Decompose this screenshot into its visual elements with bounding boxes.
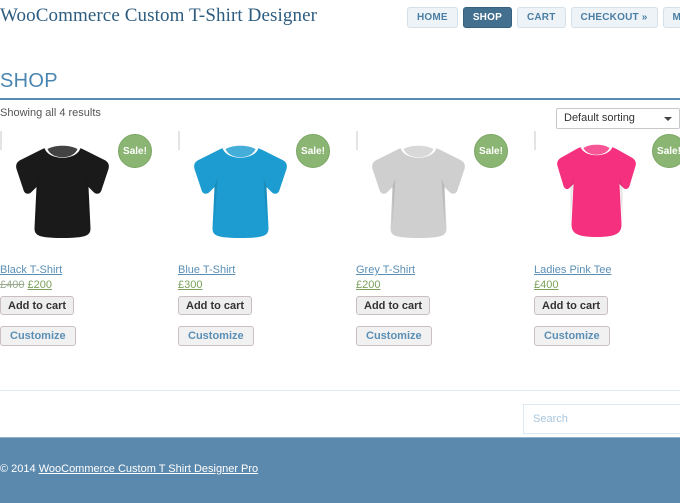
product-image-link[interactable] (0, 131, 109, 238)
product-price-current: £300 (178, 279, 203, 291)
nav-item-home[interactable]: HOME (407, 7, 458, 28)
nav-item-checkout[interactable]: CHECKOUT » (570, 7, 658, 28)
main-content: SHOP Showing all 4 results Default sorti… (0, 44, 680, 437)
sale-badge: Sale! (296, 134, 330, 168)
add-to-cart-button[interactable]: Add to cart (178, 296, 253, 315)
customize-button[interactable]: Customize (0, 326, 76, 346)
product-image-link[interactable] (178, 131, 287, 238)
product-price: £200 (356, 279, 380, 291)
customize-button[interactable]: Customize (534, 326, 610, 346)
product-grid: Sale! Black T-Shirt £400 £200 Add to cart Cus… (0, 131, 680, 346)
customize-button[interactable]: Customize (356, 326, 432, 346)
site-footer: © 2014 WooCommerce Custom T Shirt Design… (0, 437, 680, 503)
product-price: £400 (534, 279, 558, 291)
shop-page: WooCommerce Custom T-Shirt Designer HOME… (0, 0, 680, 503)
sale-badge: Sale! (474, 134, 508, 168)
sorting-selected-label: Default sorting (564, 112, 635, 124)
add-to-cart-button[interactable]: Add to cart (356, 296, 431, 315)
result-count: Showing all 4 results (0, 107, 101, 119)
product-card: Sale! Ladies Pink Tee £400 Add to cart Custo… (534, 131, 680, 346)
sale-badge: Sale! (118, 134, 152, 168)
add-to-cart-button[interactable]: Add to cart (0, 296, 75, 315)
content-divider (0, 390, 680, 391)
product-title[interactable]: Black T-Shirt (0, 264, 62, 276)
product-image-link[interactable] (356, 131, 465, 238)
product-card: Sale! Black T-Shirt £400 £200 Add to cart Cus… (0, 131, 178, 346)
footer-copyright-year: © 2014 (0, 463, 39, 475)
search-widget[interactable] (523, 404, 680, 434)
product-title[interactable]: Ladies Pink Tee (534, 264, 611, 276)
customize-button[interactable]: Customize (178, 326, 254, 346)
product-price-original: £400 (0, 279, 25, 291)
site-header: WooCommerce Custom T-Shirt Designer HOME… (0, 0, 680, 44)
product-price: £400 £200 (0, 279, 52, 291)
product-title[interactable]: Blue T-Shirt (178, 264, 235, 276)
nav-item-shop[interactable]: SHOP (462, 7, 512, 28)
add-to-cart-button[interactable]: Add to cart (534, 296, 609, 315)
chevron-down-icon (664, 117, 672, 121)
product-price: £300 (178, 279, 202, 291)
sale-badge: Sale! (652, 134, 680, 168)
product-image-link[interactable] (534, 131, 636, 237)
sorting-select[interactable]: Default sorting (556, 108, 680, 129)
main-navigation: HOMESHOPCARTCHECKOUT »MY ACCOUNT (407, 7, 680, 28)
product-card: Sale! Grey T-Shirt £200 Add to cart Customiz… (356, 131, 534, 346)
title-divider (0, 98, 680, 100)
footer-link[interactable]: WooCommerce Custom T Shirt Designer Pro (39, 463, 258, 475)
product-price-current: £200 (356, 279, 381, 291)
search-input[interactable] (533, 405, 680, 433)
page-title: SHOP (0, 70, 58, 92)
product-price-current: £200 (27, 279, 52, 291)
product-title[interactable]: Grey T-Shirt (356, 264, 415, 276)
product-card: Sale! Blue T-Shirt £300 Add to cart Customiz… (178, 131, 356, 346)
site-title: WooCommerce Custom T-Shirt Designer (0, 5, 318, 26)
footer-copyright: © 2014 WooCommerce Custom T Shirt Design… (0, 463, 258, 475)
nav-item-my-account[interactable]: MY ACCOUNT (662, 7, 680, 28)
product-price-current: £400 (534, 279, 559, 291)
nav-item-cart[interactable]: CART (516, 7, 566, 28)
